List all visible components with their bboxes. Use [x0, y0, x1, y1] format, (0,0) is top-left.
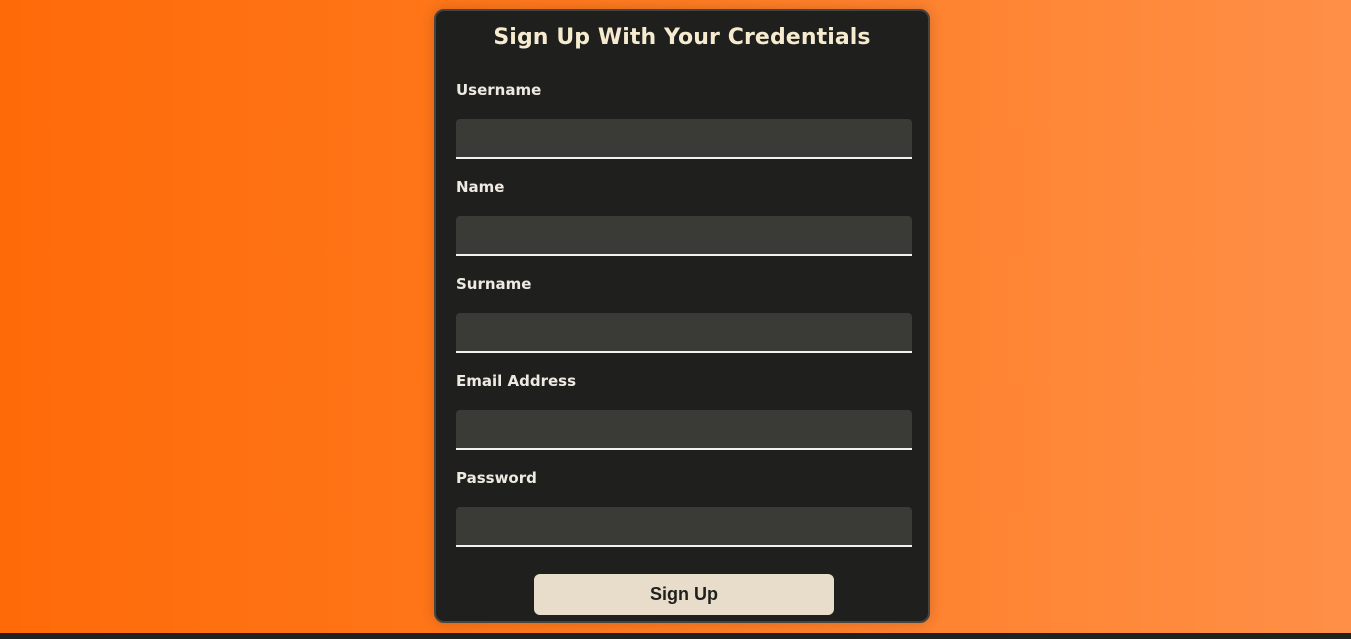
username-label: Username — [456, 81, 542, 99]
signup-card: Sign Up With Your Credentials Username N… — [434, 9, 930, 623]
surname-input[interactable] — [456, 313, 912, 353]
password-input[interactable] — [456, 507, 912, 547]
bottom-bar — [0, 633, 1351, 639]
surname-label: Surname — [456, 275, 532, 293]
email-input[interactable] — [456, 410, 912, 450]
form-title: Sign Up With Your Credentials — [493, 25, 871, 50]
password-label: Password — [456, 469, 537, 487]
sign-up-button[interactable]: Sign Up — [534, 574, 834, 615]
name-input[interactable] — [456, 216, 912, 256]
username-input[interactable] — [456, 119, 912, 159]
email-label: Email Address — [456, 372, 577, 390]
name-label: Name — [456, 178, 505, 196]
